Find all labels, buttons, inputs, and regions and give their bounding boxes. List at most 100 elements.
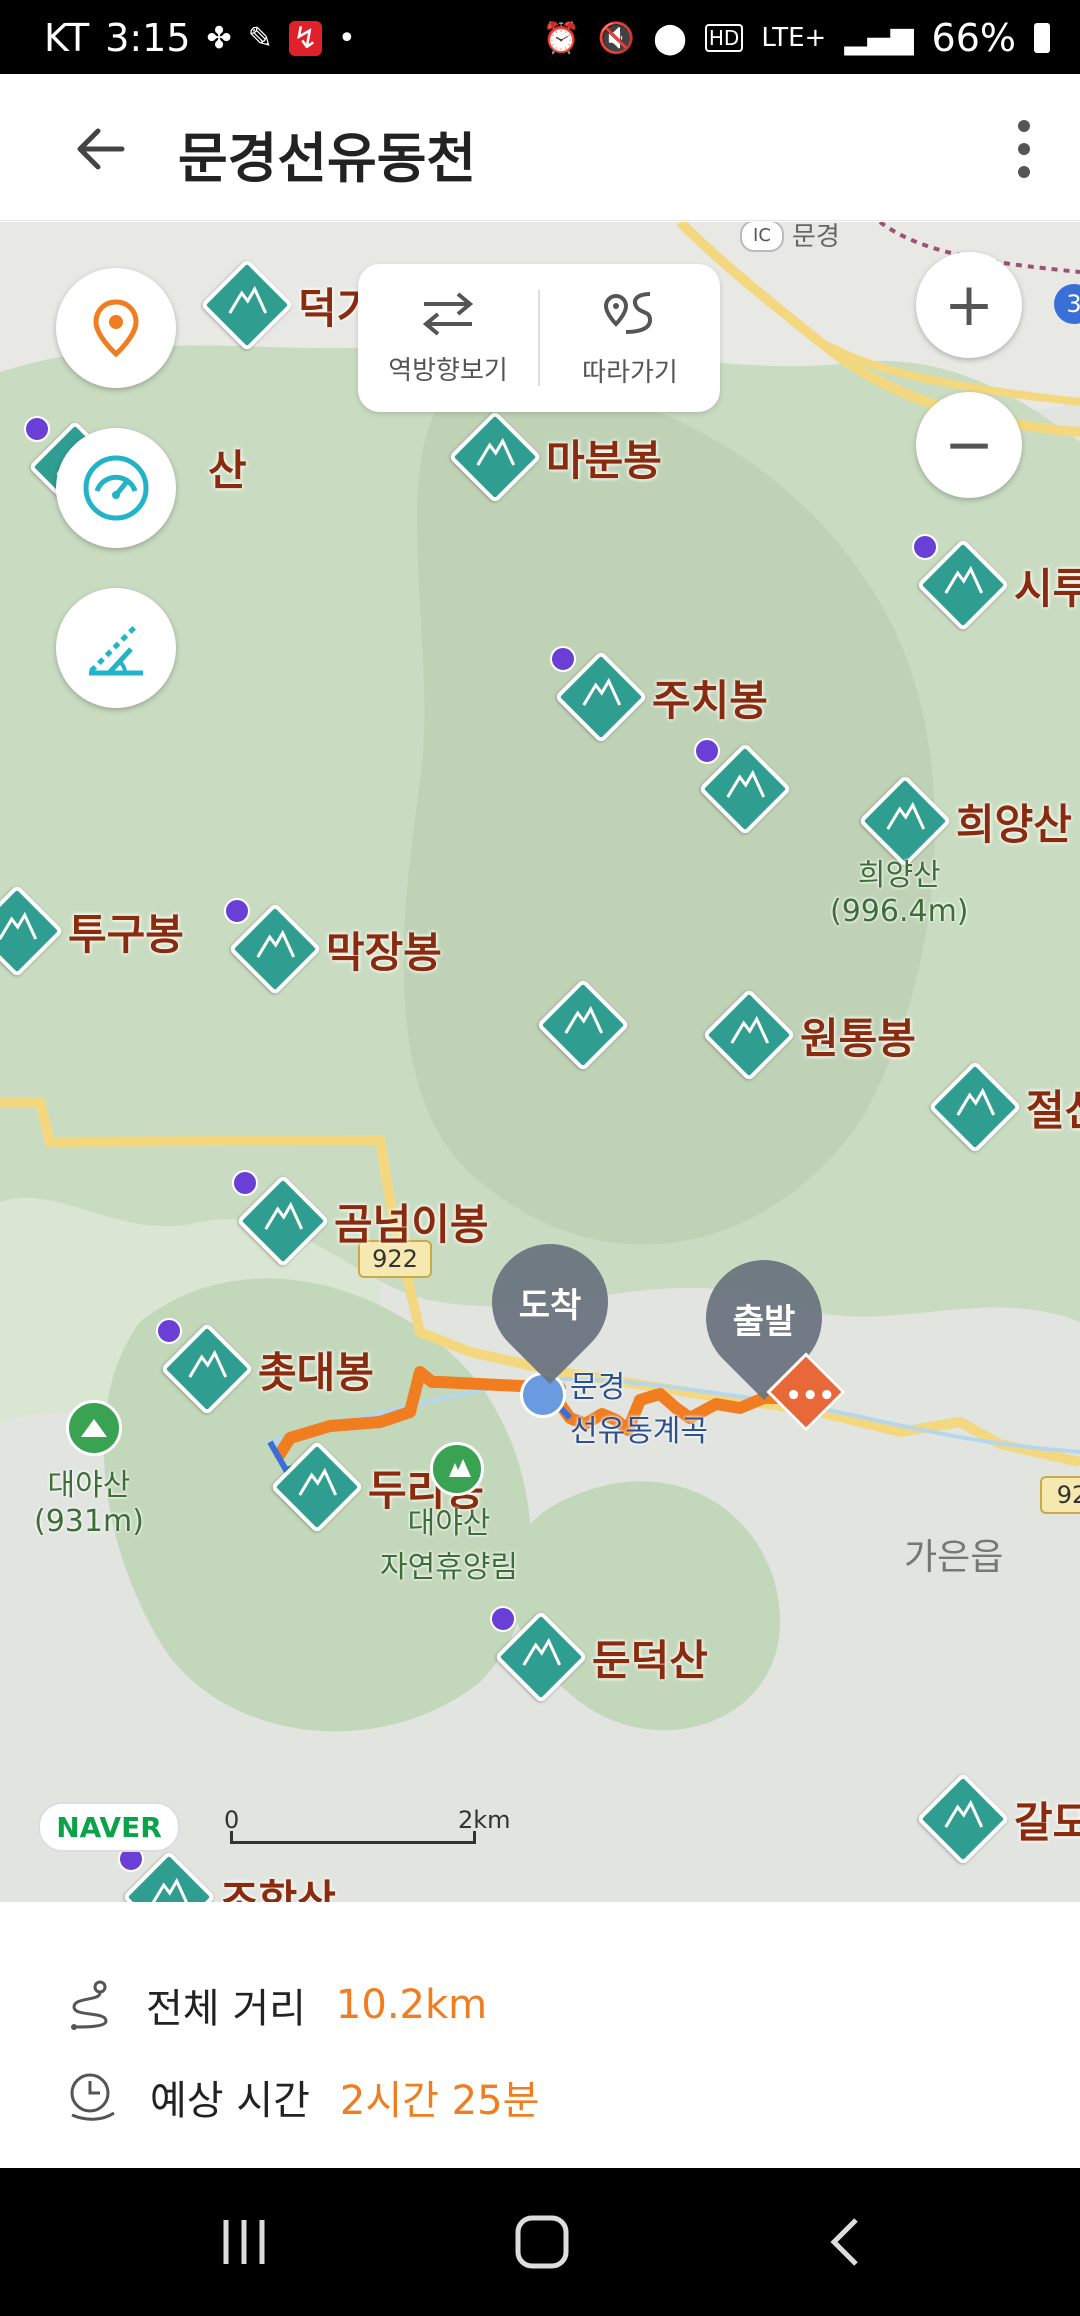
mountain-label: 절산 <box>1026 1085 1080 1135</box>
mountain-marker[interactable]: 시루 <box>912 534 1080 632</box>
more-options-button[interactable] <box>1012 120 1036 178</box>
zoom-in-button[interactable]: + <box>916 252 1022 358</box>
certified-badge-icon <box>912 534 938 560</box>
certified-badge-icon <box>224 898 250 924</box>
departure-pin-label: 출발 <box>732 1302 796 1342</box>
mountain-marker[interactable]: 조항산 <box>118 1846 336 1903</box>
app-notification-icon: ↯ <box>288 20 322 56</box>
mountain-marker[interactable] <box>536 978 634 1072</box>
mountain-marker[interactable]: 촛대봉 <box>156 1318 374 1416</box>
mountain-label: 막장봉 <box>326 927 442 977</box>
carrier-label: KT <box>44 16 90 60</box>
plus-icon: + <box>943 270 995 340</box>
mountain-marker[interactable]: 원통봉 <box>702 988 916 1082</box>
back-chevron-icon <box>830 2218 858 2266</box>
recent-apps-button[interactable] <box>214 2212 274 2272</box>
mountain-marker[interactable]: 곰넘이봉 <box>232 1170 489 1268</box>
minus-icon: − <box>943 410 995 480</box>
certified-badge-icon <box>156 1318 182 1344</box>
peak-daeya-marker[interactable] <box>66 1400 122 1456</box>
scale-bar <box>230 1831 476 1844</box>
certified-badge-icon <box>694 738 720 764</box>
home-button[interactable] <box>512 2212 572 2272</box>
peak-elevation: (931m) <box>34 1504 144 1539</box>
battery-icon <box>1034 23 1050 53</box>
mountain-marker[interactable]: 주치봉 <box>550 646 768 744</box>
more-dot-icon <box>1018 120 1030 132</box>
time-label: 예상 시간 <box>150 2078 310 2124</box>
peak-name: 희양산 <box>857 858 941 893</box>
zoom-out-button[interactable]: − <box>916 392 1022 498</box>
road-shield-92: 92 <box>1040 1476 1080 1514</box>
peak-name: 대야산 <box>47 1468 131 1503</box>
notification-icon-2: ✎ <box>247 20 273 56</box>
more-notifications-icon: • <box>337 20 356 56</box>
poi-line2: 선유동계곡 <box>570 1414 708 1449</box>
mountain-marker[interactable]: 덕기 <box>200 258 375 352</box>
dots-icon: ••• <box>785 1381 836 1412</box>
naver-logo: NAVER <box>38 1802 180 1852</box>
page-title: 문경선유동천 <box>178 127 477 190</box>
mute-icon: 🔇 <box>597 20 636 56</box>
clock-icon <box>70 2073 115 2121</box>
mountain-marker[interactable]: 희양산 <box>858 774 1072 868</box>
notification-icon: ✤ <box>206 20 232 56</box>
home-icon <box>515 2215 569 2269</box>
forest-line1: 대야산 <box>407 1506 491 1541</box>
poi-marker[interactable] <box>520 1372 566 1418</box>
follow-label: 따라가기 <box>582 357 678 388</box>
mountain-marker[interactable]: 막장봉 <box>224 898 442 996</box>
follow-button[interactable]: 따라가기 <box>540 264 720 412</box>
poi-label: 문경 선유동계곡 <box>570 1362 708 1450</box>
elevation-button[interactable] <box>56 588 176 708</box>
route-info-panel: 전체 거리 10.2km 예상 시간 2시간 25분 <box>0 1902 1080 2168</box>
scale-end-label: 2km <box>458 1806 511 1834</box>
speedometer-icon <box>83 455 149 521</box>
status-bar: KT 3:15 ✤ ✎ ↯ • ⏰ 🔇 ⬤ HD LTE+ ▂▄▆ 66% <box>0 0 1080 74</box>
certified-badge-icon <box>232 1170 258 1196</box>
interchange-badge: IC <box>740 222 784 252</box>
route-toolbar: 역방향보기 따라가기 <box>358 264 720 412</box>
mountain-marker[interactable]: 갈모 <box>916 1772 1080 1866</box>
reverse-direction-label: 역방향보기 <box>388 355 508 386</box>
back-nav-button[interactable] <box>816 2212 876 2272</box>
follow-route-icon <box>603 291 653 334</box>
network-label: LTE+ <box>761 23 827 53</box>
battery-percent: 66% <box>931 16 1016 60</box>
mountain-label: 갈모 <box>1014 1797 1080 1847</box>
certified-badge-icon <box>550 646 576 672</box>
mountain-label: 조항산 <box>220 1875 336 1903</box>
mountain-icon <box>270 1440 364 1534</box>
distance-row: 전체 거리 10.2km <box>66 1976 487 2034</box>
system-nav-bar <box>0 2168 1080 2316</box>
mountain-label: 시루 <box>1014 563 1080 613</box>
mountain-label: 산 <box>208 445 247 495</box>
map-view[interactable]: 922 92 3 IC 문경 덕기 산 마분봉 시루 주치봉 희양산 희양산 (… <box>0 222 1080 1902</box>
back-button[interactable] <box>70 119 130 179</box>
speed-button[interactable] <box>56 428 176 548</box>
mountain-icon <box>928 1060 1022 1154</box>
mountain-marker[interactable]: 마분봉 <box>448 410 662 504</box>
reverse-direction-button[interactable]: 역방향보기 <box>358 264 538 412</box>
more-dot-icon <box>1018 143 1030 155</box>
more-dot-icon <box>1018 166 1030 178</box>
mountain-marker[interactable]: 절산 <box>928 1060 1080 1154</box>
town-label: 가은읍 <box>904 1537 1004 1578</box>
mountain-label: 마분봉 <box>546 435 662 485</box>
mountain-marker[interactable]: 투구봉 <box>0 884 184 978</box>
distance-value: 10.2km <box>335 1982 488 2028</box>
mountain-marker[interactable]: 둔덕산 <box>490 1606 708 1704</box>
certified-badge-icon <box>24 416 50 442</box>
route-distance-icon <box>71 1980 108 2030</box>
peak-info-heehyang: 희양산 (996.4m) <box>830 850 969 929</box>
peak-info-daeya: 대야산 (931m) <box>34 1460 144 1539</box>
forest-marker[interactable] <box>430 1442 484 1496</box>
mountain-icon <box>702 988 796 1082</box>
my-location-button[interactable] <box>56 268 176 388</box>
mountain-marker[interactable] <box>694 738 796 836</box>
certified-badge-icon <box>490 1606 516 1632</box>
forest-label: 대야산 자연휴양림 <box>380 1498 518 1586</box>
app-header: 문경선유동천 <box>0 74 1080 221</box>
mountain-label: 주치봉 <box>652 675 768 725</box>
forest-line2: 자연휴양림 <box>380 1550 518 1585</box>
